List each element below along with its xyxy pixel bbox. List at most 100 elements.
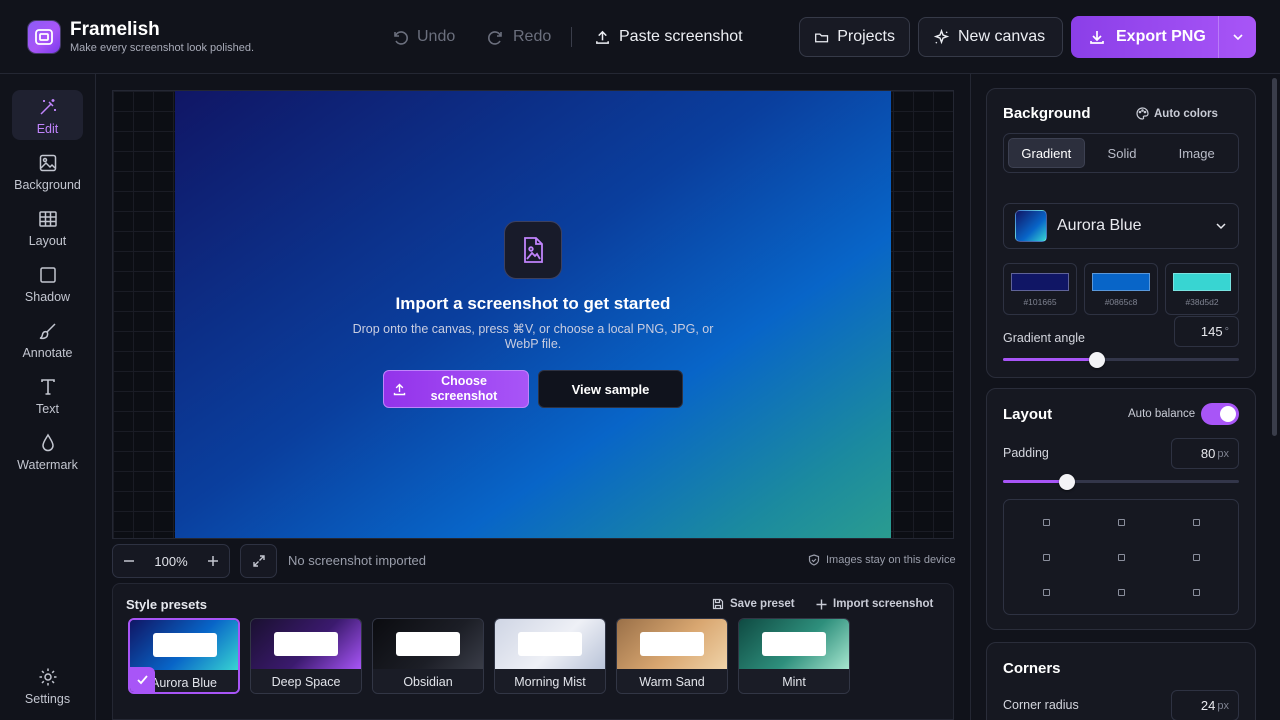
gradient-angle-unit: ° bbox=[1224, 325, 1229, 338]
color-stop-hex: #0865c8 bbox=[1104, 297, 1138, 307]
app-logo-icon bbox=[28, 21, 60, 53]
color-stop-swatch bbox=[1011, 273, 1069, 291]
background-section: Background Auto colors Gradient Solid Im… bbox=[986, 88, 1256, 378]
background-type-tabs: Gradient Solid Image bbox=[1003, 133, 1239, 173]
privacy-label: Images stay on this device bbox=[826, 554, 956, 566]
padding-input[interactable]: 80 px bbox=[1171, 438, 1239, 469]
preset-thumbnail bbox=[739, 619, 849, 669]
paste-screenshot-button[interactable]: Paste screenshot bbox=[594, 26, 743, 48]
save-preset-button[interactable]: Save preset bbox=[712, 598, 795, 610]
rail-item-annotate[interactable]: Annotate bbox=[12, 314, 83, 364]
settings-button[interactable]: Settings bbox=[12, 660, 83, 710]
rail-label-layout: Layout bbox=[28, 234, 67, 248]
preset-thumbnail bbox=[495, 619, 605, 669]
undo-button[interactable]: Undo bbox=[391, 26, 455, 48]
rail-item-text[interactable]: Text bbox=[12, 370, 83, 420]
preset-card-morning-mist[interactable]: Morning Mist bbox=[494, 618, 606, 694]
background-title: Background bbox=[1003, 105, 1091, 122]
view-sample-button[interactable]: View sample bbox=[538, 370, 683, 408]
canvas-background[interactable] bbox=[175, 91, 891, 538]
preset-thumbnail bbox=[130, 620, 238, 670]
align-top-center[interactable] bbox=[1118, 519, 1125, 526]
choose-screenshot-label: Choose screenshot bbox=[430, 374, 498, 403]
padding-slider[interactable] bbox=[1003, 474, 1239, 490]
zoom-out-icon[interactable] bbox=[123, 555, 135, 567]
sparkle-icon bbox=[933, 28, 950, 44]
redo-button[interactable]: Redo bbox=[487, 26, 551, 48]
upload-icon bbox=[596, 30, 609, 44]
gradient-preset-select[interactable]: Aurora Blue bbox=[1003, 203, 1239, 249]
layout-section: Layout Auto balance Padding 80 px bbox=[986, 388, 1256, 630]
align-top-right[interactable] bbox=[1193, 519, 1200, 526]
privacy-note: Images stay on this device bbox=[808, 554, 956, 566]
magic-wand-icon bbox=[39, 99, 56, 115]
color-stop-1[interactable]: #101665 bbox=[1003, 263, 1077, 315]
slider-fill bbox=[1003, 358, 1098, 361]
rail-label-shadow: Shadow bbox=[24, 290, 71, 304]
color-stop-2[interactable]: #0865c8 bbox=[1084, 263, 1158, 315]
zoom-level: 100% bbox=[154, 553, 188, 569]
preset-label: Warm Sand bbox=[617, 669, 727, 693]
align-middle-right[interactable] bbox=[1193, 554, 1200, 561]
brush-icon bbox=[39, 323, 56, 340]
rail-label-annotate: Annotate bbox=[22, 346, 73, 360]
fit-to-screen-button[interactable] bbox=[240, 544, 277, 578]
choose-screenshot-button[interactable]: Choose screenshot bbox=[383, 370, 529, 408]
rail-label-background: Background bbox=[14, 178, 81, 192]
preset-card-deep-space[interactable]: Deep Space bbox=[250, 618, 362, 694]
projects-button[interactable]: Projects bbox=[799, 17, 910, 57]
padding-label: Padding bbox=[1003, 446, 1049, 460]
align-center[interactable] bbox=[1118, 554, 1125, 561]
gradient-angle-value: 145 bbox=[1200, 324, 1223, 339]
preset-card-aurora-blue[interactable]: Aurora Blue bbox=[128, 618, 240, 694]
align-top-left[interactable] bbox=[1043, 519, 1050, 526]
tab-image[interactable]: Image bbox=[1159, 138, 1234, 168]
align-bottom-center[interactable] bbox=[1118, 589, 1125, 596]
preset-card-warm-sand[interactable]: Warm Sand bbox=[616, 618, 728, 694]
auto-colors-button[interactable]: Auto colors bbox=[1136, 107, 1218, 120]
align-bottom-left[interactable] bbox=[1043, 589, 1050, 596]
palette-icon bbox=[1136, 107, 1149, 120]
tab-solid[interactable]: Solid bbox=[1085, 138, 1160, 168]
rail-item-edit[interactable]: Edit bbox=[12, 90, 83, 140]
color-stop-3[interactable]: #38d5d2 bbox=[1165, 263, 1239, 315]
rail-item-background[interactable]: Background bbox=[12, 146, 83, 196]
rail-item-shadow[interactable]: Shadow bbox=[12, 258, 83, 308]
corners-title: Corners bbox=[1003, 660, 1061, 677]
zoom-in-icon[interactable] bbox=[207, 555, 219, 567]
slider-handle[interactable] bbox=[1089, 352, 1106, 368]
auto-balance-toggle[interactable] bbox=[1201, 403, 1239, 425]
drop-icon bbox=[41, 433, 54, 452]
rail-label-edit: Edit bbox=[36, 122, 59, 136]
rail-item-layout[interactable]: Layout bbox=[12, 202, 83, 252]
corner-radius-input[interactable]: 24 px bbox=[1171, 690, 1239, 720]
import-screenshot-button[interactable]: Import screenshot bbox=[816, 598, 933, 610]
preset-card-obsidian[interactable]: Obsidian bbox=[372, 618, 484, 694]
import-title: Import a screenshot to get started bbox=[395, 294, 671, 313]
new-canvas-button[interactable]: New canvas bbox=[918, 17, 1063, 57]
align-middle-left[interactable] bbox=[1043, 554, 1050, 561]
preset-window-preview bbox=[640, 632, 704, 656]
rail-item-watermark[interactable]: Watermark bbox=[12, 426, 83, 476]
gradient-angle-slider[interactable] bbox=[1003, 352, 1239, 368]
file-image-icon bbox=[504, 221, 562, 279]
rail-label-watermark: Watermark bbox=[17, 458, 78, 472]
shield-icon bbox=[808, 554, 820, 566]
export-png-button[interactable]: Export PNG bbox=[1071, 16, 1218, 58]
app-name: Framelish bbox=[70, 19, 160, 40]
gradient-angle-input[interactable]: 145 ° bbox=[1174, 316, 1239, 347]
align-bottom-right[interactable] bbox=[1193, 589, 1200, 596]
settings-label: Settings bbox=[24, 692, 71, 706]
style-presets-panel: Style presets Save preset Import screens… bbox=[112, 583, 954, 720]
inspector-scrollbar[interactable] bbox=[1272, 78, 1277, 436]
paste-label: Paste screenshot bbox=[619, 28, 743, 45]
slider-handle[interactable] bbox=[1058, 474, 1075, 490]
export-options-button[interactable] bbox=[1218, 16, 1256, 58]
screenshot-status: No screenshot imported bbox=[288, 553, 427, 568]
preset-window-preview bbox=[153, 633, 217, 657]
square-icon bbox=[39, 267, 56, 283]
projects-label: Projects bbox=[837, 28, 895, 45]
tab-gradient[interactable]: Gradient bbox=[1008, 138, 1085, 168]
preset-thumbnail bbox=[251, 619, 361, 669]
preset-card-mint[interactable]: Mint bbox=[738, 618, 850, 694]
